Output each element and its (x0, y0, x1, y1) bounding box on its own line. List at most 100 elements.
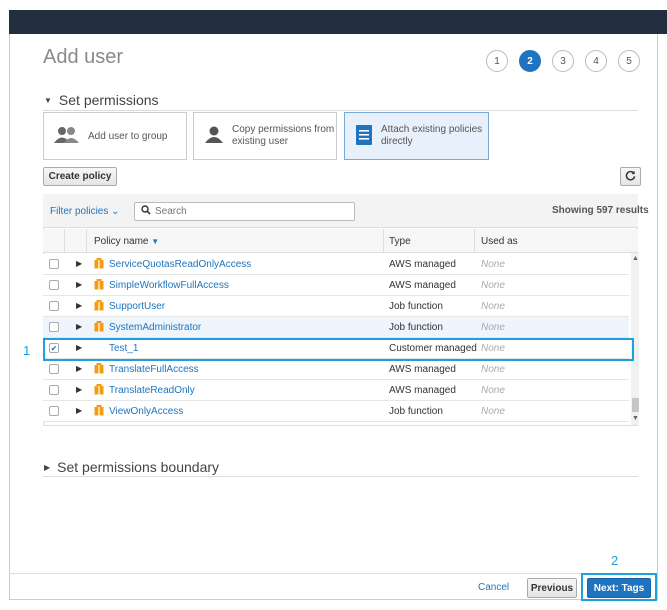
column-policy-name[interactable]: Policy name ▼ (94, 236, 159, 247)
option-add-user-to-group-label: Add user to group (88, 130, 168, 142)
policy-name-link[interactable]: ViewOnlyAccess (109, 406, 183, 417)
policy-name-link[interactable]: SystemAdministrator (109, 322, 201, 333)
annotation-highlight-next (581, 573, 657, 601)
policy-used-as: None (481, 301, 505, 312)
set-permissions-toggle[interactable]: ▼ Set permissions (44, 92, 159, 108)
search-input[interactable] (155, 206, 345, 217)
column-policy-name-label: Policy name (94, 236, 149, 247)
table-row[interactable]: ▶ SimpleWorkflowFullAccess AWS managed None (43, 275, 629, 296)
row-checkbox[interactable] (49, 364, 59, 374)
column-used-as[interactable]: Used as (481, 236, 518, 247)
group-icon (54, 126, 80, 147)
policy-used-as: None (481, 322, 505, 333)
filter-policies-dropdown[interactable]: Filter policies ⌄ (50, 206, 120, 217)
aws-policy-icon (94, 321, 104, 335)
table-row[interactable]: ▶ TranslateFullAccess AWS managed None (43, 359, 629, 380)
search-box[interactable] (134, 202, 355, 221)
option-attach-existing-policies[interactable]: Attach existing policies directly (344, 112, 489, 160)
row-checkbox[interactable] (49, 301, 59, 311)
expand-row-icon[interactable]: ▶ (76, 259, 82, 268)
set-permissions-boundary-heading: Set permissions boundary (57, 459, 220, 475)
option-attach-label-2: directly (381, 136, 413, 147)
policy-used-as: None (481, 259, 505, 270)
aws-policy-icon (94, 300, 104, 314)
table-row[interactable]: ▶ TranslateReadOnly AWS managed None (43, 380, 629, 401)
aws-policy-icon (94, 279, 104, 293)
policy-name-link[interactable]: TranslateReadOnly (109, 385, 195, 396)
step-indicator: 1 2 3 4 5 (486, 50, 640, 72)
row-checkbox[interactable] (49, 259, 59, 269)
row-checkbox[interactable] (49, 322, 59, 332)
policy-name-link[interactable]: SimpleWorkflowFullAccess (109, 280, 229, 291)
column-type[interactable]: Type (389, 236, 411, 247)
option-copy-permissions-label-1: Copy permissions from (232, 124, 335, 135)
step-1[interactable]: 1 (486, 50, 508, 72)
expand-row-icon[interactable]: ▶ (76, 364, 82, 373)
expand-row-icon[interactable]: ▶ (76, 322, 82, 331)
footer-divider (9, 573, 658, 574)
policy-type: Job function (389, 301, 443, 312)
table-row[interactable]: ▶ ViewOnlyAccess Job function None (43, 401, 629, 422)
table-row[interactable]: ▶ SystemAdministrator Job function None (43, 317, 629, 338)
policy-used-as: None (481, 406, 505, 417)
annotation-number-2: 2 (611, 553, 619, 568)
row-checkbox[interactable] (49, 385, 59, 395)
step-2[interactable]: 2 (519, 50, 541, 72)
policy-type: AWS managed (389, 385, 456, 396)
cancel-link[interactable]: Cancel (478, 582, 509, 593)
policy-name-link[interactable]: ServiceQuotasReadOnlyAccess (109, 259, 251, 270)
policy-type: Job function (389, 322, 443, 333)
table-row[interactable]: ▶ SupportUser Job function None (43, 296, 629, 317)
create-policy-button[interactable]: Create policy (43, 167, 117, 186)
expand-row-icon[interactable]: ▶ (76, 301, 82, 310)
option-add-user-to-group[interactable]: Add user to group (43, 112, 187, 160)
scroll-down-icon[interactable]: ▼ (632, 415, 639, 422)
set-permissions-heading: Set permissions (58, 92, 159, 108)
step-4[interactable]: 4 (585, 50, 607, 72)
aws-policy-icon (94, 405, 104, 419)
policy-used-as: None (481, 385, 505, 396)
policy-name-link[interactable]: TranslateFullAccess (109, 364, 199, 375)
column-divider (383, 229, 384, 253)
policy-type: Job function (389, 406, 443, 417)
policy-used-as: None (481, 280, 505, 291)
step-3[interactable]: 3 (552, 50, 574, 72)
policy-type: AWS managed (389, 364, 456, 375)
expand-row-icon[interactable]: ▶ (76, 406, 82, 415)
previous-button[interactable]: Previous (527, 578, 577, 598)
policy-name-link[interactable]: SupportUser (109, 301, 165, 312)
table-header: Policy name ▼ Type Used as (43, 229, 638, 253)
column-divider (64, 229, 65, 253)
table-row[interactable]: ▶ ServiceQuotasReadOnlyAccess AWS managed N… (43, 254, 629, 275)
option-attach-text: Attach existing policies directly (381, 124, 482, 148)
column-divider (474, 229, 475, 253)
expand-row-icon[interactable]: ▶ (76, 280, 82, 289)
document-icon (355, 124, 373, 149)
option-copy-permissions-label-2: existing user (232, 136, 289, 147)
option-attach-label-1: Attach existing policies (381, 124, 483, 135)
results-count: Showing 597 results (552, 205, 649, 216)
aws-policy-icon (94, 258, 104, 272)
policy-type: AWS managed (389, 280, 456, 291)
expand-row-icon[interactable]: ▶ (76, 385, 82, 394)
step-5[interactable]: 5 (618, 50, 640, 72)
page-title: Add user (43, 46, 124, 68)
divider (43, 476, 638, 477)
refresh-button[interactable] (620, 167, 641, 186)
annotation-highlight-row (43, 338, 634, 361)
column-divider (86, 229, 87, 253)
policy-type: AWS managed (389, 259, 456, 270)
scroll-up-icon[interactable]: ▲ (632, 255, 639, 262)
row-checkbox[interactable] (49, 280, 59, 290)
scrollbar-thumb[interactable] (632, 398, 639, 412)
option-copy-permissions-text: Copy permissions from existing user (232, 124, 334, 148)
filter-policies-label: Filter policies (50, 206, 109, 217)
row-checkbox[interactable] (49, 406, 59, 416)
aws-policy-icon (94, 363, 104, 377)
user-icon (204, 126, 224, 147)
set-permissions-boundary-toggle[interactable]: ▶ Set permissions boundary (44, 459, 219, 475)
option-copy-permissions[interactable]: Copy permissions from existing user (193, 112, 337, 160)
chevron-down-icon: ⌄ (111, 206, 120, 217)
refresh-icon (625, 170, 636, 184)
caret-down-icon: ▼ (44, 95, 52, 105)
